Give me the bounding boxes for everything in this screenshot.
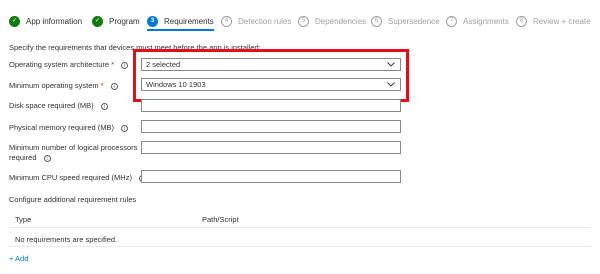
wizard-steps: ✓ App information ✓ Program 3 Requiremen… [0,0,600,36]
additional-rules-heading: Configure additional requirement rules [9,195,137,204]
step-number: 6 [371,15,382,27]
add-requirement-link[interactable]: + Add [9,254,28,263]
current-step-indicator [147,29,214,31]
physical-memory-label: Physical memory required (MB) i [9,123,129,133]
step-number: 7 [446,15,457,27]
info-icon[interactable]: i [43,154,51,162]
check-icon: ✓ [9,15,20,27]
step-app-information[interactable]: ✓ App information [9,13,82,29]
step-label: Assignments [463,16,509,26]
step-number: 3 [147,15,158,27]
step-review-create[interactable]: 8 Review + create [516,13,591,29]
column-header-type[interactable]: Type [15,215,31,224]
min-processors-input[interactable] [141,141,401,154]
step-detection-rules[interactable]: 4 Detection rules [221,13,291,29]
info-icon[interactable]: i [121,61,129,69]
step-label: Review + create [533,16,591,26]
step-program[interactable]: ✓ Program [92,13,140,29]
table-divider [9,227,591,228]
required-marker: * [100,81,104,90]
disk-space-label: Disk space required (MB) i [9,101,108,111]
step-requirements[interactable]: 3 Requirements [147,13,214,29]
column-header-path-script[interactable]: Path/Script [202,215,239,224]
step-number: 4 [221,15,232,27]
step-supersedence[interactable]: 6 Supersedence [371,13,440,29]
os-architecture-label: Operating system architecture * i [9,60,129,70]
check-icon: ✓ [92,15,103,27]
info-icon[interactable]: i [100,102,108,110]
physical-memory-input[interactable] [141,120,401,133]
step-label: Dependencies [315,16,367,26]
step-label: Detection rules [238,16,292,26]
step-dependencies[interactable]: 5 Dependencies [298,13,366,29]
required-marker: * [111,60,115,69]
step-label: Requirements [164,16,214,26]
min-os-label: Minimum operating system * i [9,81,118,91]
step-label: App information [26,16,83,26]
highlight-box [133,49,409,102]
min-cpu-speed-label: Minimum CPU speed required (MHz) i [9,173,147,183]
info-icon[interactable]: i [110,82,118,90]
step-label: Program [109,16,140,26]
min-cpu-speed-input[interactable] [141,170,401,183]
min-processors-label: Minimum number of logical processors req… [9,143,138,162]
step-number: 8 [516,15,527,27]
table-divider [9,246,591,247]
disk-space-input[interactable] [141,99,401,112]
empty-state-text: No requirements are specified. [15,235,118,244]
info-icon[interactable]: i [121,124,129,132]
step-number: 5 [298,15,309,27]
step-assignments[interactable]: 7 Assignments [446,13,509,29]
step-label: Supersedence [388,16,440,26]
